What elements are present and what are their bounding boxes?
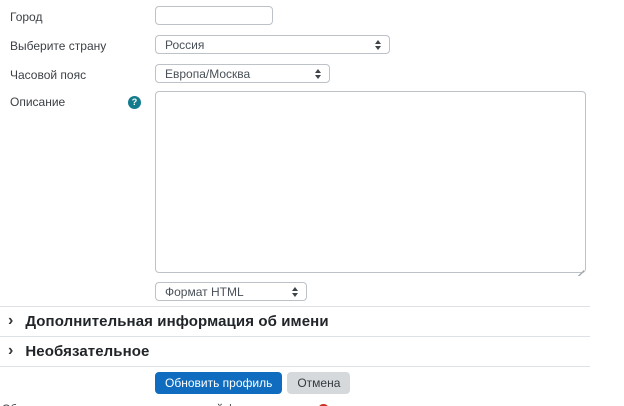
country-label: Выберите страну — [10, 39, 106, 53]
city-input[interactable] — [155, 6, 273, 25]
help-icon[interactable]: ? — [128, 96, 141, 109]
section-optional[interactable]: › Необязательное — [0, 336, 590, 366]
format-select[interactable]: Формат HTML — [155, 282, 307, 301]
timezone-select[interactable]: Европа/Москва — [155, 64, 330, 83]
section-divider — [0, 366, 590, 367]
city-field-row: Город — [0, 6, 590, 25]
country-select-value: Россия — [165, 38, 204, 52]
timezone-field-row: Часовой пояс Европа/Москва — [0, 64, 590, 83]
format-select-value: Формат HTML — [165, 285, 244, 299]
description-field-row: Описание ? Формат HTML — [0, 91, 590, 301]
select-arrows-icon — [315, 69, 321, 79]
update-profile-button[interactable]: Обновить профиль — [155, 372, 282, 394]
format-row: Формат HTML — [155, 282, 590, 301]
cancel-button[interactable]: Отмена — [287, 372, 350, 394]
select-arrows-icon — [375, 40, 381, 50]
section-title: Необязательное — [25, 343, 149, 360]
description-label: Описание — [10, 95, 65, 109]
description-textarea[interactable] — [155, 91, 586, 273]
profile-edit-form: Город Выберите страну Россия Часовой поя… — [0, 6, 590, 406]
section-additional-names[interactable]: › Дополнительная информация об имени — [0, 306, 590, 336]
city-label: Город — [10, 10, 42, 24]
section-title: Дополнительная информация об имени — [25, 313, 328, 330]
country-field-row: Выберите страну Россия — [0, 35, 590, 54]
collapsible-sections: › Дополнительная информация об имени › Н… — [0, 306, 590, 367]
select-arrows-icon — [292, 287, 298, 297]
chevron-right-icon: › — [8, 313, 13, 329]
chevron-right-icon: › — [8, 343, 13, 359]
country-select[interactable]: Россия — [155, 35, 390, 54]
timezone-select-value: Европа/Москва — [165, 67, 250, 81]
form-actions: Обновить профиль Отмена — [0, 372, 590, 394]
timezone-label: Часовой пояс — [10, 68, 86, 82]
